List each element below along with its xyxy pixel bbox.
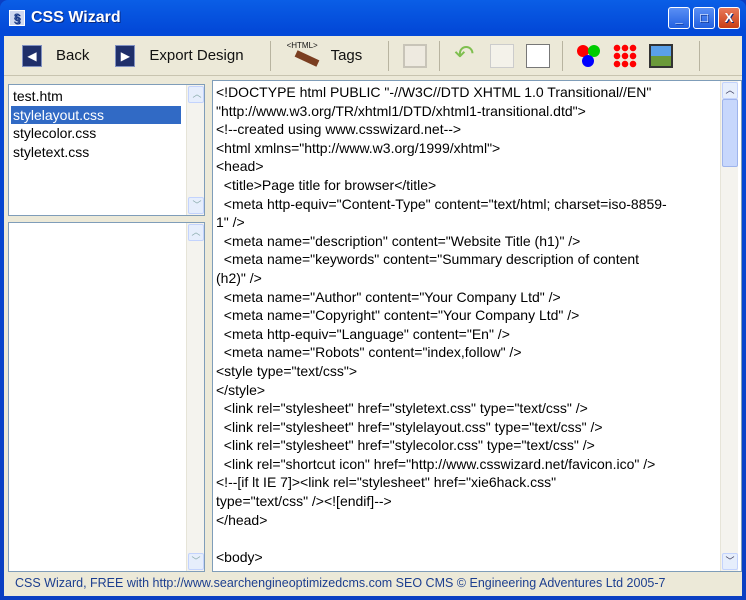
scroll-up-icon[interactable]: ︿ xyxy=(722,82,738,99)
toolbar-separator xyxy=(269,40,271,71)
back-arrow-icon: ◀ xyxy=(22,44,42,67)
toolbar: ◀ Back ▶ Export Design <HTML> Tags ↶ xyxy=(4,36,742,76)
paste-icon[interactable] xyxy=(526,43,551,68)
file-item[interactable]: stylecolor.css xyxy=(11,124,204,143)
scroll-up-icon[interactable]: ︿ xyxy=(188,86,204,103)
secondary-list[interactable]: ︿ ﹀ xyxy=(8,222,205,572)
secondary-list-scrollbar[interactable]: ︿ ﹀ xyxy=(186,223,204,571)
code-line: <body> xyxy=(216,548,263,565)
back-label: Back xyxy=(56,47,90,64)
code-line: "http://www.w3.org/TR/xhtml1/DTD/xhtml1-… xyxy=(216,102,586,119)
color-grid-icon[interactable] xyxy=(613,43,638,68)
back-button[interactable]: ◀ Back xyxy=(22,44,90,67)
file-item-selected[interactable]: stylelayout.css xyxy=(11,105,181,124)
scroll-down-icon[interactable]: ﹀ xyxy=(188,197,204,214)
code-line: </head> xyxy=(216,511,268,528)
toolbar-separator xyxy=(699,40,701,71)
scroll-thumb[interactable] xyxy=(722,99,738,167)
file-item[interactable]: test.htm xyxy=(11,87,204,106)
color-circles-icon[interactable] xyxy=(577,44,601,68)
code-line: type="text/css" /><![endif]--> xyxy=(216,493,392,510)
code-editor[interactable]: <!DOCTYPE html PUBLIC "-//W3C//DTD XHTML… xyxy=(212,80,742,572)
code-line: <meta name="Robots" content="index,follo… xyxy=(216,344,522,361)
code-line: <meta name="Author" content="Your Compan… xyxy=(216,288,561,305)
forward-arrow-icon: ▶ xyxy=(115,44,136,67)
code-line: <meta http-equiv="Language" content="En"… xyxy=(216,325,510,342)
close-button[interactable]: X xyxy=(718,7,740,29)
code-line: <link rel="stylesheet" href="stylecolor.… xyxy=(216,437,595,454)
code-line: <meta http-equiv="Content-Type" content=… xyxy=(216,195,667,212)
code-line: <!--created using www.csswizard.net--> xyxy=(216,121,462,138)
code-line: 1" /> xyxy=(216,214,245,231)
toolbar-separator xyxy=(562,40,564,71)
toolbar-separator xyxy=(439,40,441,71)
tags-label: Tags xyxy=(330,47,363,64)
scroll-down-icon[interactable]: ﹀ xyxy=(722,553,738,570)
export-label: Export Design xyxy=(149,47,244,64)
code-line: <!--[if lt IE 7]><link rel="stylesheet" … xyxy=(216,474,557,491)
editor-scrollbar[interactable]: ︿ ﹀ xyxy=(720,81,738,571)
code-line: (h2)" /> xyxy=(216,269,262,286)
code-line: <meta name="keywords" content="Summary d… xyxy=(216,251,640,268)
code-line: <title>Page title for browser</title> xyxy=(216,176,437,193)
minimize-button[interactable]: _ xyxy=(668,7,690,29)
scroll-up-icon[interactable]: ︿ xyxy=(188,224,204,241)
code-line: <link rel="shortcut icon" href="http://w… xyxy=(216,455,656,472)
window-title: CSS Wizard xyxy=(31,9,121,26)
undo-icon[interactable]: ↶ xyxy=(454,42,478,68)
code-line: </style> xyxy=(216,381,266,398)
code-line: <meta name="Copyright" content="Your Com… xyxy=(216,307,580,324)
code-line: <link rel="stylesheet" href="stylelayout… xyxy=(216,418,603,435)
toolbar-separator xyxy=(388,40,390,71)
save-icon[interactable] xyxy=(403,43,428,68)
code-line: <html xmlns="http://www.w3.org/1999/xhtm… xyxy=(216,139,501,156)
code-line: <style type="text/css"> xyxy=(216,362,358,379)
scroll-down-icon[interactable]: ﹀ xyxy=(188,553,204,570)
app-icon: § xyxy=(9,10,25,26)
file-item[interactable]: styletext.css xyxy=(11,143,204,162)
code-line: <link rel="stylesheet" href="styletext.c… xyxy=(216,400,588,417)
tags-button[interactable]: <HTML> Tags xyxy=(285,40,363,69)
status-bar: CSS Wizard, FREE with http://www.searche… xyxy=(4,572,742,596)
code-line: <head> xyxy=(216,158,264,175)
html-tag-icon: <HTML> xyxy=(285,40,325,69)
title-bar: § CSS Wizard _ □ X xyxy=(4,0,742,36)
html-tag-icon-text: <HTML> xyxy=(286,40,318,50)
image-icon[interactable] xyxy=(649,43,674,68)
maximize-button[interactable]: □ xyxy=(693,7,715,29)
file-list[interactable]: test.htm stylelayout.css stylecolor.css … xyxy=(8,84,205,216)
code-line: <!DOCTYPE html PUBLIC "-//W3C//DTD XHTML… xyxy=(216,84,652,100)
code-line: <meta name="description" content="Websit… xyxy=(216,232,581,249)
window: § CSS Wizard _ □ X ◀ Back ▶ Export Design … xyxy=(0,0,746,600)
copy-icon[interactable] xyxy=(490,43,515,68)
file-list-scrollbar[interactable]: ︿ ﹀ xyxy=(186,85,204,215)
export-design-button[interactable]: ▶ Export Design xyxy=(115,44,244,67)
